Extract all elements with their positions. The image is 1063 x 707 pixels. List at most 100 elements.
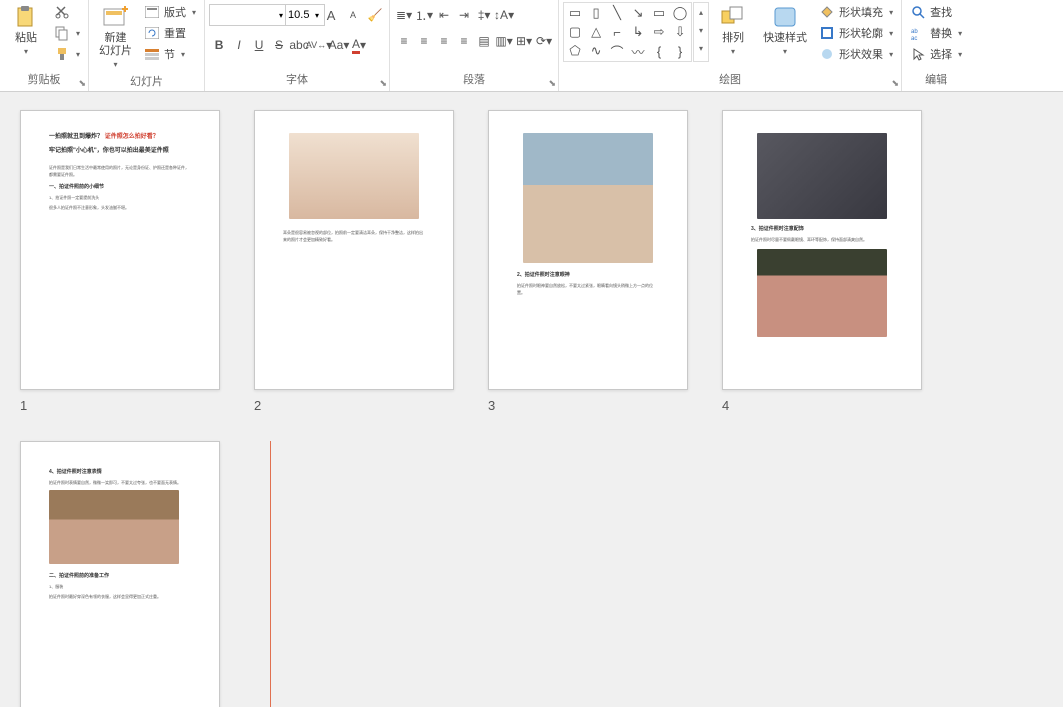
char-spacing-button[interactable]: AV↔▾ <box>309 34 329 56</box>
paragraph-launcher[interactable]: ⬊ <box>549 78 557 89</box>
format-painter-button[interactable]: ▾ <box>50 44 84 64</box>
decrease-indent-button[interactable]: ⇤ <box>434 4 454 26</box>
shapes-scroll-down[interactable]: ▾ <box>694 21 708 39</box>
chevron-down-icon: ▾ <box>24 47 28 56</box>
copy-icon <box>54 25 70 41</box>
group-clipboard: 粘贴 ▾ ▾ ▾ <box>0 0 89 91</box>
font-color-icon: A <box>352 37 360 54</box>
image-placeholder <box>757 249 887 337</box>
font-color-button[interactable]: A▾ <box>349 34 369 56</box>
group-label-drawing: 绘图 <box>563 69 897 89</box>
eraser-icon: 🧹 <box>368 8 383 22</box>
shape-line[interactable]: ╲ <box>607 4 627 22</box>
italic-button[interactable]: I <box>229 34 249 56</box>
image-placeholder <box>523 133 653 263</box>
slide-thumb-5[interactable]: 4、拍证件照时注意表情 拍证件照时表情要自然，微微一笑即可，不要太过夸张，也不要… <box>20 441 220 707</box>
underline-button[interactable]: U <box>249 34 269 56</box>
shape-arrow-right[interactable]: ⇨ <box>649 23 669 41</box>
smartart-button[interactable]: ⟳▾ <box>534 30 554 52</box>
shape-arrow-line[interactable]: ↘ <box>628 4 648 22</box>
slide-thumb-2[interactable]: 耳朵是很容易被忽视的部位，拍照前一定要清洁耳朵，保持干净整洁，这样拍出来的照片才… <box>254 110 454 413</box>
new-slide-button[interactable]: 新建 幻灯片 ▾ <box>93 2 138 71</box>
shape-outline-button[interactable]: 形状轮廓 ▾ <box>815 23 897 43</box>
section-icon <box>144 46 160 62</box>
outline-icon <box>819 25 835 41</box>
justify-button[interactable]: ≡ <box>454 30 474 52</box>
layout-button[interactable]: 版式 ▾ <box>140 2 200 22</box>
find-button[interactable]: 查找 <box>906 2 966 22</box>
shape-rect[interactable]: ▭ <box>649 4 669 22</box>
replace-button[interactable]: abac 替换 ▾ <box>906 23 966 43</box>
shrink-font-button[interactable]: A <box>343 4 363 26</box>
shape-fill-button[interactable]: 形状填充 ▾ <box>815 2 897 22</box>
cut-button[interactable] <box>50 2 84 22</box>
align-center-button[interactable]: ≡ <box>414 30 434 52</box>
shape-roundrect[interactable]: ▢ <box>565 23 585 41</box>
shape-vtextbox[interactable]: ▯ <box>586 4 606 22</box>
font-size-select[interactable] <box>285 4 325 26</box>
shape-effects-button[interactable]: 形状效果 ▾ <box>815 44 897 64</box>
paste-button[interactable]: 粘贴 ▾ <box>4 2 48 58</box>
slide-sorter[interactable]: 一拍照就丑到爆炸？ 证件照怎么拍好看？ 牢记拍照"小心机"，你也可以拍出最美证件… <box>0 92 1063 707</box>
shapes-more[interactable]: ▾ <box>694 39 708 57</box>
columns-button[interactable]: ▥▾ <box>494 30 514 52</box>
slide-thumb-1[interactable]: 一拍照就丑到爆炸？ 证件照怎么拍好看？ 牢记拍照"小心机"，你也可以拍出最美证件… <box>20 110 220 413</box>
spacing-icon: AV↔ <box>306 40 326 50</box>
shape-triangle[interactable]: △ <box>586 23 606 41</box>
shapes-scroll-up[interactable]: ▴ <box>694 3 708 21</box>
shape-brace-right[interactable]: } <box>670 42 690 60</box>
select-button[interactable]: 选择 ▾ <box>906 44 966 64</box>
align-right-button[interactable]: ≡ <box>434 30 454 52</box>
increase-indent-button[interactable]: ⇥ <box>454 4 474 26</box>
slide-number: 1 <box>20 398 220 413</box>
quick-styles-button[interactable]: 快速样式 ▾ <box>757 2 813 58</box>
align-text-icon: ⊞ <box>516 34 526 48</box>
font-launcher[interactable]: ⬊ <box>380 78 388 89</box>
shape-textbox[interactable]: ▭ <box>565 4 585 22</box>
shape-wave[interactable]: 〰 <box>628 42 648 60</box>
arrange-button[interactable]: 排列 ▾ <box>711 2 755 58</box>
slide-thumb-4[interactable]: 3、拍证件照时注意配饰 拍证件照时尽量不要佩戴眼镜、耳环等配饰，保持面部清爽自然… <box>722 110 922 413</box>
shape-arc[interactable]: ⌒ <box>607 42 627 60</box>
copy-button[interactable]: ▾ <box>50 23 84 43</box>
shape-lconnector[interactable]: ⌐ <box>607 23 627 41</box>
bold-button[interactable]: B <box>209 34 229 56</box>
align-text-button[interactable]: ⊞▾ <box>514 30 534 52</box>
shape-arrow-down[interactable]: ⇩ <box>670 23 690 41</box>
grow-font-button[interactable]: A <box>321 4 341 26</box>
distribute-button[interactable]: ▤ <box>474 30 494 52</box>
align-left-button[interactable]: ≡ <box>394 30 414 52</box>
drawing-launcher[interactable]: ⬊ <box>892 78 900 89</box>
shape-elbow[interactable]: ↳ <box>628 23 648 41</box>
chevron-down-icon: ▾ <box>181 50 185 59</box>
chevron-down-icon: ▾ <box>192 8 196 17</box>
bold-icon: B <box>215 38 224 52</box>
image-placeholder <box>49 490 179 564</box>
shapes-gallery[interactable]: ▭ ▯ ╲ ↘ ▭ ◯ ▢ △ ⌐ ↳ ⇨ ⇩ ⬠ ∿ ⌒ 〰 { <box>563 2 692 62</box>
section-button[interactable]: 节 ▾ <box>140 44 200 64</box>
numbering-button[interactable]: ⒈▾ <box>414 4 434 26</box>
strike-button[interactable]: S <box>269 34 289 56</box>
line-spacing-icon: ‡ <box>478 8 485 22</box>
shrink-font-icon: A <box>350 10 356 20</box>
shape-curve[interactable]: ∿ <box>586 42 606 60</box>
clear-format-button[interactable]: 🧹 <box>365 4 385 26</box>
outdent-icon: ⇤ <box>439 8 449 22</box>
bullets-button[interactable]: ≣▾ <box>394 4 414 26</box>
effects-icon <box>819 46 835 62</box>
paste-icon <box>10 4 42 30</box>
reset-button[interactable]: 重置 <box>140 23 200 43</box>
grow-font-icon: A <box>327 8 336 23</box>
slide-thumb-3[interactable]: 2、拍证件照时注意眼神 拍证件照时眼神要自然放松，不要太过紧张，眼睛看向镜头稍微… <box>488 110 688 413</box>
line-spacing-button[interactable]: ‡▾ <box>474 4 494 26</box>
bullets-icon: ≣ <box>396 8 406 22</box>
shape-oval[interactable]: ◯ <box>670 4 690 22</box>
shape-freeform[interactable]: ⬠ <box>565 42 585 60</box>
text-direction-button[interactable]: ↕A▾ <box>494 4 514 26</box>
clipboard-launcher[interactable]: ⬊ <box>78 78 86 89</box>
replace-icon: abac <box>910 25 926 41</box>
shape-brace-left[interactable]: { <box>649 42 669 60</box>
indent-icon: ⇥ <box>459 8 469 22</box>
font-name-select[interactable] <box>209 4 291 26</box>
change-case-button[interactable]: Aa▾ <box>329 34 349 56</box>
